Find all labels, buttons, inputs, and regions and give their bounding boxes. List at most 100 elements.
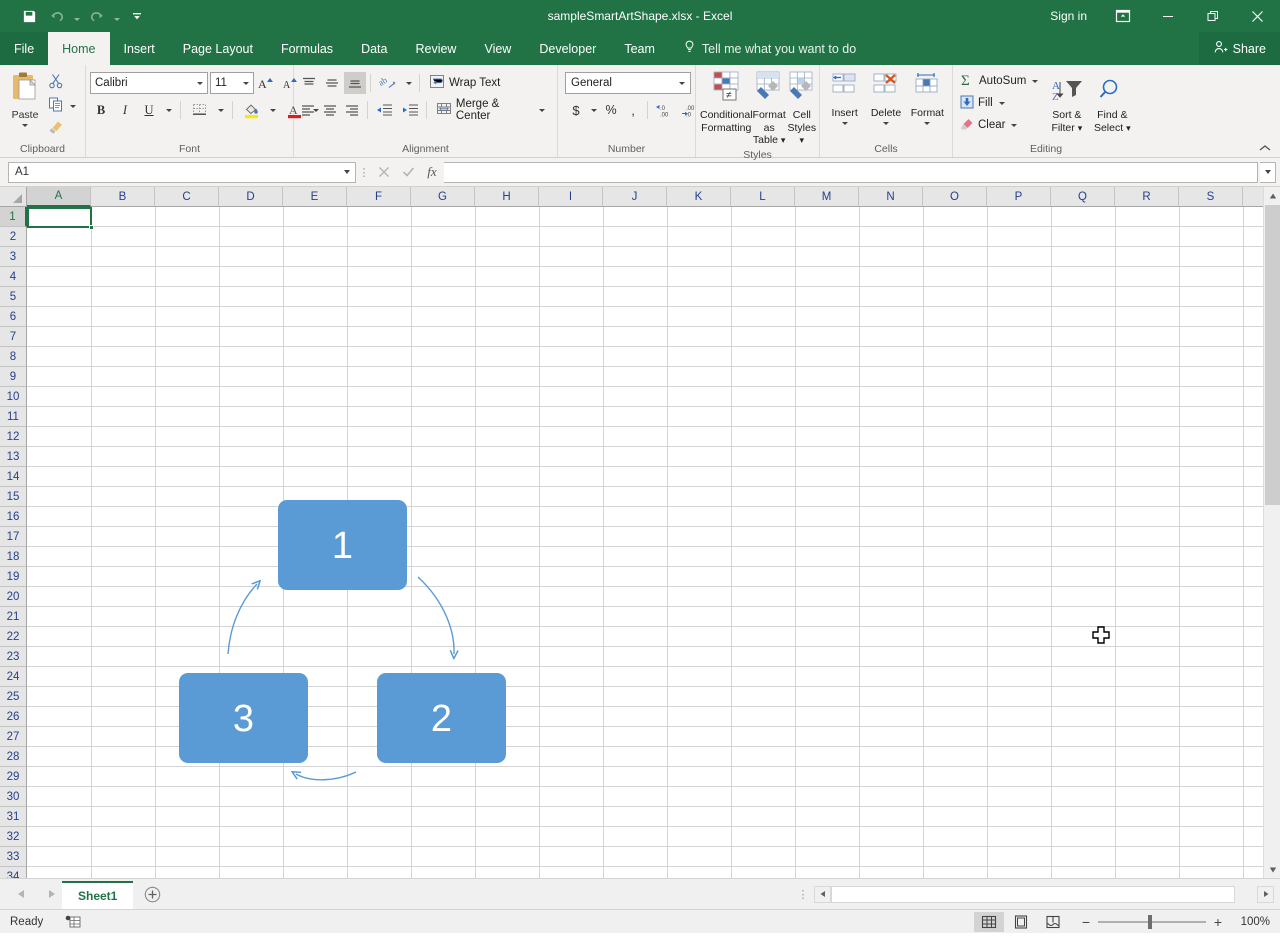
row-header-18[interactable]: 18 bbox=[0, 547, 27, 567]
orientation-button[interactable]: ab bbox=[375, 72, 401, 94]
column-header-N[interactable]: N bbox=[859, 187, 923, 207]
cell-styles-caret[interactable]: ▾ bbox=[800, 135, 805, 145]
page-layout-view-button[interactable] bbox=[1006, 912, 1036, 932]
page-break-preview-button[interactable] bbox=[1038, 912, 1068, 932]
normal-view-button[interactable] bbox=[974, 912, 1004, 932]
ribbon-display-options-icon[interactable] bbox=[1101, 0, 1145, 32]
close-button[interactable] bbox=[1235, 0, 1280, 32]
row-header-17[interactable]: 17 bbox=[0, 527, 27, 547]
find-select-button[interactable]: Find & Select ▾ bbox=[1090, 68, 1135, 134]
align-center-button[interactable] bbox=[320, 99, 341, 121]
font-name-combo[interactable]: Calibri bbox=[90, 72, 208, 94]
column-header-M[interactable]: M bbox=[795, 187, 859, 207]
orientation-dropdown[interactable] bbox=[402, 72, 415, 94]
row-header-6[interactable]: 6 bbox=[0, 307, 27, 327]
merge-center-dropdown[interactable] bbox=[536, 99, 548, 121]
scroll-left-button[interactable] bbox=[814, 886, 831, 903]
fill-color-button[interactable] bbox=[238, 99, 264, 121]
scroll-down-button[interactable] bbox=[1264, 861, 1280, 878]
font-size-combo[interactable]: 11 bbox=[210, 72, 254, 94]
number-format-combo[interactable]: General bbox=[565, 72, 691, 94]
name-box-dropdown-icon[interactable] bbox=[339, 170, 355, 174]
font-size-dropdown-icon[interactable] bbox=[238, 82, 253, 85]
align-right-button[interactable] bbox=[342, 99, 363, 121]
column-header-O[interactable]: O bbox=[923, 187, 987, 207]
sort-filter-caret[interactable]: ▾ bbox=[1078, 123, 1083, 133]
vertical-scroll-thumb[interactable] bbox=[1265, 205, 1280, 505]
row-header-24[interactable]: 24 bbox=[0, 667, 27, 687]
row-header-3[interactable]: 3 bbox=[0, 247, 27, 267]
row-header-12[interactable]: 12 bbox=[0, 427, 27, 447]
accounting-format-button[interactable]: $ bbox=[565, 99, 587, 121]
autosum-button[interactable]: Σ AutoSum bbox=[957, 70, 1044, 92]
wrap-text-button[interactable]: Wrap Text bbox=[424, 72, 505, 94]
percent-style-button[interactable]: % bbox=[600, 99, 622, 121]
comma-style-button[interactable]: , bbox=[622, 99, 644, 121]
find-select-caret[interactable]: ▾ bbox=[1126, 123, 1131, 133]
row-header-32[interactable]: 32 bbox=[0, 827, 27, 847]
row-header-9[interactable]: 9 bbox=[0, 367, 27, 387]
column-header-K[interactable]: K bbox=[667, 187, 731, 207]
align-top-button[interactable] bbox=[298, 72, 320, 94]
horizontal-scroll-thumb[interactable] bbox=[831, 886, 1235, 903]
row-header-21[interactable]: 21 bbox=[0, 607, 27, 627]
zoom-percentage[interactable]: 100% bbox=[1230, 916, 1270, 928]
conditional-formatting-button[interactable]: ≠ Conditional Formatting bbox=[700, 68, 753, 134]
row-header-13[interactable]: 13 bbox=[0, 447, 27, 467]
horizontal-split-grip[interactable]: ⋮ bbox=[792, 888, 814, 901]
tab-review[interactable]: Review bbox=[401, 32, 470, 65]
row-header-26[interactable]: 26 bbox=[0, 707, 27, 727]
insert-cells-caret[interactable] bbox=[842, 122, 848, 125]
row-header-1[interactable]: 1 bbox=[0, 207, 27, 227]
customize-qat-button[interactable] bbox=[124, 4, 150, 28]
column-header-C[interactable]: C bbox=[155, 187, 219, 207]
column-header-L[interactable]: L bbox=[731, 187, 795, 207]
borders-button[interactable] bbox=[186, 99, 212, 121]
accounting-format-dropdown[interactable] bbox=[587, 99, 600, 121]
fill-caret[interactable] bbox=[999, 102, 1005, 105]
row-header-34[interactable]: 34 bbox=[0, 867, 27, 878]
sign-in-button[interactable]: Sign in bbox=[1036, 9, 1101, 23]
insert-function-icon[interactable]: fx bbox=[420, 162, 444, 183]
row-header-14[interactable]: 14 bbox=[0, 467, 27, 487]
selected-cell-a1[interactable] bbox=[27, 207, 92, 228]
row-header-23[interactable]: 23 bbox=[0, 647, 27, 667]
cell-area[interactable]: 123 bbox=[27, 207, 1263, 878]
decrease-indent-button[interactable] bbox=[372, 99, 397, 121]
tab-page-layout[interactable]: Page Layout bbox=[169, 32, 267, 65]
column-header-R[interactable]: R bbox=[1115, 187, 1179, 207]
clear-caret[interactable] bbox=[1011, 124, 1017, 127]
tab-formulas[interactable]: Formulas bbox=[267, 32, 347, 65]
tab-home[interactable]: Home bbox=[48, 32, 109, 65]
vertical-scrollbar[interactable] bbox=[1263, 187, 1280, 878]
copy-dropdown[interactable] bbox=[66, 95, 79, 117]
row-header-19[interactable]: 19 bbox=[0, 567, 27, 587]
underline-dropdown[interactable] bbox=[162, 99, 175, 121]
column-header-B[interactable]: B bbox=[91, 187, 155, 207]
restore-button[interactable] bbox=[1190, 0, 1235, 32]
undo-button[interactable] bbox=[44, 4, 70, 28]
undo-dropdown[interactable] bbox=[72, 4, 82, 28]
collapse-ribbon-button[interactable] bbox=[1258, 141, 1274, 155]
cancel-icon[interactable] bbox=[372, 162, 396, 183]
column-header-J[interactable]: J bbox=[603, 187, 667, 207]
delete-cells-caret[interactable] bbox=[883, 122, 889, 125]
clear-button[interactable]: Clear bbox=[957, 114, 1044, 136]
fill-color-dropdown[interactable] bbox=[266, 99, 279, 121]
horizontal-scrollbar[interactable] bbox=[814, 886, 1274, 903]
tab-team[interactable]: Team bbox=[610, 32, 669, 65]
row-header-33[interactable]: 33 bbox=[0, 847, 27, 867]
row-header-8[interactable]: 8 bbox=[0, 347, 27, 367]
column-header-D[interactable]: D bbox=[219, 187, 283, 207]
underline-button[interactable]: U bbox=[138, 99, 160, 121]
column-header-F[interactable]: F bbox=[347, 187, 411, 207]
zoom-out-button[interactable]: − bbox=[1080, 914, 1092, 930]
cut-button[interactable] bbox=[46, 72, 81, 94]
paste-dropdown-caret[interactable] bbox=[22, 124, 28, 127]
cell-styles-button[interactable]: Cell Styles ▾ bbox=[786, 68, 818, 147]
zoom-slider[interactable] bbox=[1098, 914, 1206, 930]
format-as-table-caret[interactable]: ▾ bbox=[781, 135, 786, 145]
row-header-5[interactable]: 5 bbox=[0, 287, 27, 307]
autosum-caret[interactable] bbox=[1032, 80, 1038, 83]
row-header-29[interactable]: 29 bbox=[0, 767, 27, 787]
